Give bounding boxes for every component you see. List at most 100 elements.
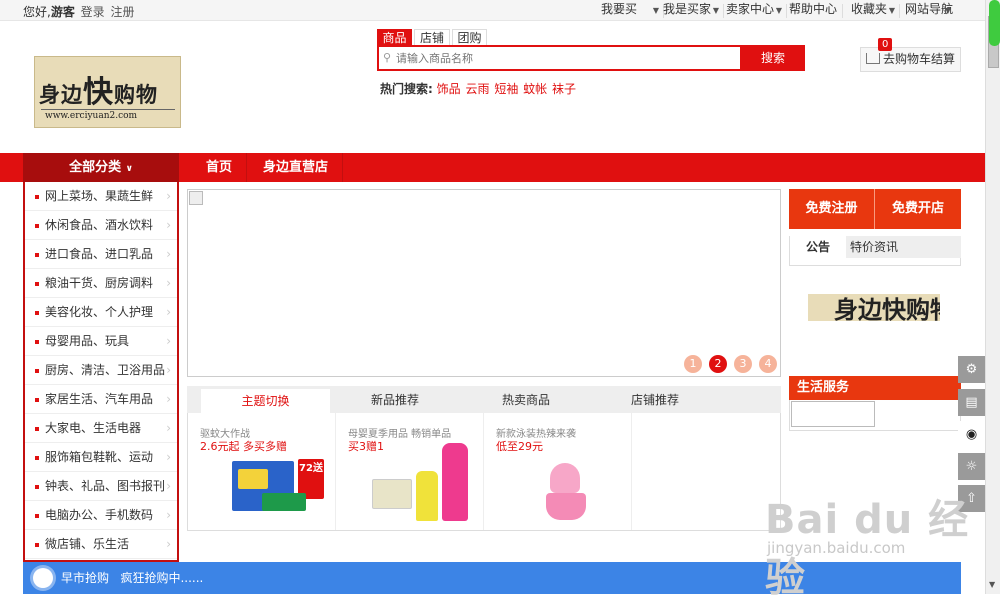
bullet-icon (35, 427, 39, 431)
weibo-icon[interactable]: ☼ (958, 453, 985, 480)
cart-icon (866, 53, 880, 64)
bullet-icon (35, 369, 39, 373)
menu-label: 收藏夹 (851, 2, 888, 16)
category-label: 家居生活、汽车用品 (45, 392, 154, 406)
chevron-right-icon: › (166, 218, 171, 232)
search-tab-goods[interactable]: 商品 (377, 29, 412, 46)
life-service-header: 生活服务 (789, 376, 961, 400)
bullet-icon (35, 543, 39, 547)
menu-buyer[interactable]: 我是买家 ▼ (663, 3, 724, 18)
category-item[interactable]: 钟表、礼品、图书报刊 › (25, 472, 177, 501)
menu-favorites[interactable]: 收藏夹 ▼ (851, 2, 900, 18)
chevron-down-icon: ∨ (125, 164, 133, 174)
product-image (550, 463, 580, 493)
cart-count-badge: 0 (878, 38, 893, 51)
search-tab-shops[interactable]: 店铺 (414, 29, 450, 46)
search-button[interactable]: 搜索 (741, 45, 805, 71)
tab-shop-recommend[interactable]: 店铺推荐 (605, 386, 705, 413)
hot-keyword[interactable]: 蚊帐 (523, 82, 547, 96)
hot-keyword[interactable]: 云雨 (465, 82, 489, 96)
carousel-dot[interactable]: 1 (684, 355, 702, 373)
scroll-down-icon[interactable]: ▼ (989, 580, 995, 589)
bullet-icon (35, 456, 39, 460)
carousel-banner[interactable] (187, 189, 781, 377)
chevron-right-icon: › (166, 392, 171, 406)
chevron-right-icon: › (166, 508, 171, 522)
sun-icon (33, 568, 53, 588)
hot-keyword[interactable]: 饰品 (437, 82, 461, 96)
login-link[interactable]: 登录 (81, 5, 105, 19)
product-card-swimwear[interactable]: 新款泳装热辣来袭 低至29元 (484, 413, 632, 530)
register-link[interactable]: 注册 (111, 5, 135, 19)
category-item[interactable]: 厨房、清洁、卫浴用品 › (25, 356, 177, 385)
tab-deals[interactable]: 特价资讯 (846, 236, 961, 258)
category-item[interactable]: 粮油干货、厨房调料 › (25, 269, 177, 298)
product-promo: 低至29元 (496, 440, 543, 453)
category-item[interactable]: 服饰箱包鞋靴、运动 › (25, 443, 177, 472)
site-logo[interactable]: 身边快购物 www.erciyuan2.com (34, 56, 181, 128)
category-item[interactable]: 电脑办公、手机数码 › (25, 501, 177, 530)
product-card-baby[interactable]: 母婴夏季用品 畅销单品 买3赠1 (336, 413, 484, 530)
menu-label: 卖家中心 (726, 2, 775, 16)
logo-title: 身边快购物 (39, 75, 158, 110)
cart-button[interactable]: 0 去购物车结算 (860, 38, 961, 72)
carousel-dot[interactable]: 4 (759, 355, 777, 373)
qq-icon[interactable]: ◉ (958, 421, 985, 448)
chevron-right-icon: › (166, 276, 171, 290)
product-card-mosquito[interactable]: 驱蚊大作战 2.6元起 多买多赠 72送 (188, 413, 336, 530)
category-item[interactable]: 微店铺、乐生活 › (25, 530, 177, 559)
category-item[interactable]: 网上菜场、果蔬生鲜 › (25, 182, 177, 211)
flash-sale-text: 疯狂抢购中...... (120, 571, 204, 585)
search-tab-groupbuy[interactable]: 团购 (452, 29, 487, 46)
carousel-dot[interactable]: 3 (734, 355, 752, 373)
chevron-right-icon: › (166, 247, 171, 261)
category-item[interactable]: 家居生活、汽车用品 › (25, 385, 177, 414)
category-item[interactable]: 母婴用品、玩具 › (25, 327, 177, 356)
category-item[interactable]: 大家电、生活电器 › (25, 414, 177, 443)
vertical-scrollbar[interactable]: ▲ ▼ (985, 0, 1000, 594)
menu-site-nav[interactable]: 网站导航 ▼ (905, 3, 955, 15)
category-item[interactable]: 休闲食品、酒水饮料 › (25, 211, 177, 240)
menu-help-center[interactable]: 帮助中心 (789, 3, 843, 18)
bullet-icon (35, 340, 39, 344)
life-service-image[interactable] (791, 401, 875, 427)
category-label: 服饰箱包鞋靴、运动 (45, 450, 154, 464)
nav-direct-store[interactable]: 身边直营店 (249, 153, 344, 182)
tab-hot-products[interactable]: 热卖商品 (476, 386, 576, 413)
category-item[interactable]: 进口食品、进口乳品 › (25, 240, 177, 269)
menu-seller-center[interactable]: 卖家中心 ▼ (726, 2, 787, 18)
bullet-icon (35, 398, 39, 402)
category-item[interactable]: 美容化妆、个人护理 › (25, 298, 177, 327)
nav-home[interactable]: 首页 (192, 153, 248, 182)
top-bar: 您好,游客 登录 注册 我要买 ▼ 我是买家 ▼ 卖家中心 ▼ 帮助中心 收藏夹 ▼ 网… (0, 0, 985, 21)
menu-buy[interactable]: 我要买 ▼ (601, 3, 664, 18)
tab-theme-switch[interactable]: 主题切换 (201, 389, 330, 414)
free-open-shop-button[interactable]: 免费开店 (875, 189, 961, 229)
gear-icon[interactable]: ⚙ (958, 356, 985, 383)
hot-keyword[interactable]: 短袖 (494, 82, 518, 96)
product-image-detail (546, 493, 586, 520)
tab-notice[interactable]: 公告 (790, 236, 846, 258)
chevron-right-icon: › (166, 334, 171, 348)
category-label: 电脑办公、手机数码 (45, 508, 154, 522)
caret-down-icon: ▼ (944, 6, 951, 15)
category-label: 粮油干货、厨房调料 (45, 276, 154, 290)
green-side-tab[interactable] (989, 0, 1000, 46)
search-icon: ⚲ (383, 51, 392, 64)
category-label: 厨房、清洁、卫浴用品 (45, 363, 166, 377)
tab-new-arrivals[interactable]: 新品推荐 (345, 386, 445, 413)
search-input[interactable] (396, 49, 726, 67)
all-categories-button[interactable]: 全部分类 ∨ (23, 153, 179, 182)
note-icon[interactable]: ▤ (958, 389, 985, 416)
category-label: 钟表、礼品、图书报刊 (45, 479, 166, 493)
product-image-detail (238, 469, 268, 489)
product-image-detail (442, 443, 468, 521)
chevron-right-icon: › (166, 363, 171, 377)
hot-keyword[interactable]: 袜子 (552, 82, 576, 96)
chevron-right-icon: › (166, 421, 171, 435)
carousel-dot[interactable]: 2 (709, 355, 727, 373)
flash-sale-title[interactable]: 早市抢购 (61, 571, 109, 585)
chevron-right-icon: › (166, 537, 171, 551)
caret-down-icon: ▼ (712, 6, 719, 15)
free-register-button[interactable]: 免费注册 (789, 189, 875, 229)
